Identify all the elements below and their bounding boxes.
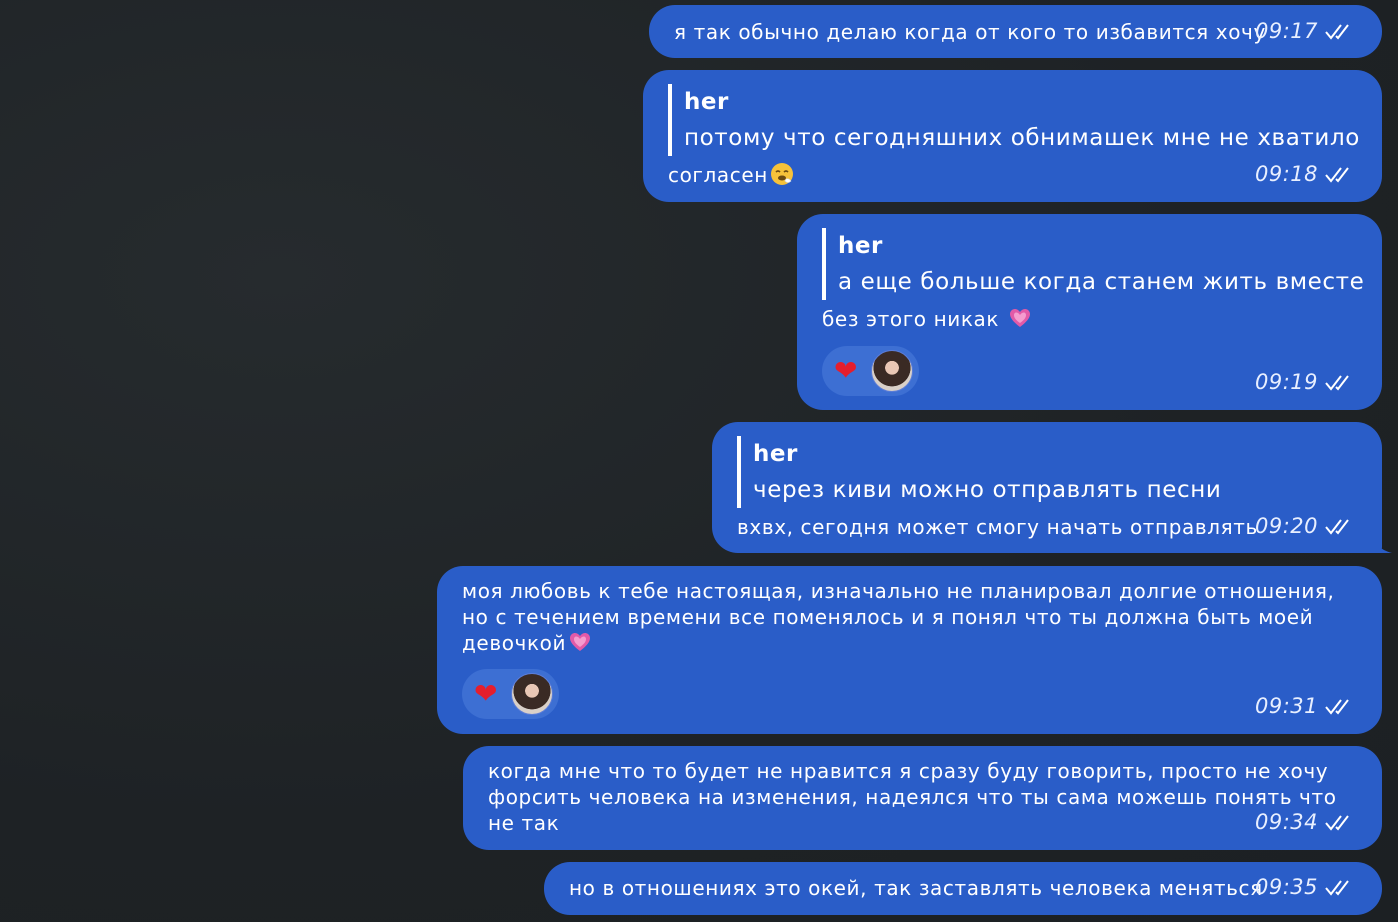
- message-time: 09:31: [1254, 694, 1318, 718]
- sparkling-heart-emoji: [1010, 309, 1031, 327]
- message-bubble[interactable]: her а еще больше когда станем жить вмест…: [797, 214, 1382, 410]
- message-time: 09:18: [1254, 162, 1318, 186]
- double-check-icon: [1325, 167, 1349, 183]
- reaction-pill[interactable]: ❤: [822, 346, 920, 396]
- message-bubble[interactable]: моя любовь к тебе настоящая, изначально …: [437, 566, 1382, 734]
- message-text: я так обычно делаю когда от кого то изба…: [674, 20, 1266, 44]
- chat-area: я так обычно делаю когда от кого то изба…: [0, 0, 1398, 922]
- quote-author: her: [753, 441, 798, 467]
- double-check-icon: [1325, 699, 1349, 715]
- double-check-icon: [1325, 880, 1349, 896]
- message-meta: 09:31: [1255, 694, 1354, 718]
- reaction-pill[interactable]: ❤: [462, 669, 560, 719]
- heart-icon: ❤: [834, 354, 858, 387]
- message-text-row: моя любовь к тебе настоящая, изначально …: [462, 578, 1362, 656]
- message-text: вхвх, сегодня может смогу начать отправл…: [737, 515, 1258, 539]
- message-time: 09:19: [1254, 370, 1318, 394]
- bubble-tail: [1370, 530, 1392, 553]
- quote-text: через киви можно отправлять песни: [753, 477, 1222, 503]
- message-text: моя любовь к тебе настоящая, изначально …: [462, 579, 1335, 655]
- message-time: 09:34: [1254, 810, 1318, 834]
- quote-text: а еще больше когда станем жить вместе: [838, 269, 1365, 295]
- message-time: 09:17: [1254, 19, 1318, 43]
- quote-author: her: [838, 233, 883, 259]
- message-text: согласен: [668, 163, 768, 187]
- message-meta: 09:34: [1255, 810, 1354, 834]
- double-check-icon: [1325, 375, 1349, 391]
- sparkling-heart-emoji: [570, 633, 591, 651]
- reply-quote[interactable]: her а еще больше когда станем жить вмест…: [822, 228, 1364, 300]
- double-check-icon: [1325, 519, 1349, 535]
- avatar: [871, 350, 914, 392]
- avatar: [511, 673, 554, 715]
- quote-author: her: [684, 89, 729, 115]
- message-time: 09:20: [1254, 514, 1318, 538]
- reply-quote[interactable]: her через киви можно отправлять песни: [737, 436, 1221, 508]
- reply-quote[interactable]: her потому что сегодняшних обнимашек мне…: [668, 84, 1360, 156]
- message-bubble[interactable]: когда мне что то будет не нравится я сра…: [463, 746, 1382, 850]
- message-text-row: без этого никак: [822, 306, 1032, 332]
- message-text: но в отношениях это окей, так заставлять…: [569, 876, 1263, 900]
- message-meta: 09:20: [1255, 514, 1354, 538]
- message-meta: 09:35: [1255, 875, 1354, 899]
- heart-icon: ❤: [474, 677, 498, 710]
- message-meta: 09:19: [1255, 370, 1354, 394]
- message-time: 09:35: [1254, 875, 1318, 899]
- message-text: без этого никак: [822, 307, 1000, 331]
- message-bubble[interactable]: но в отношениях это окей, так заставлять…: [544, 862, 1382, 915]
- sneezing-face-emoji: [770, 163, 793, 185]
- message-text-row: согласен: [668, 162, 794, 188]
- message-meta: 09:18: [1255, 162, 1354, 186]
- message-bubble[interactable]: her через киви можно отправлять песни вх…: [712, 422, 1382, 553]
- message-meta: 09:17: [1255, 19, 1354, 43]
- message-text: когда мне что то будет не нравится я сра…: [488, 759, 1337, 835]
- quote-text: потому что сегодняшних обнимашек мне не …: [684, 125, 1360, 151]
- double-check-icon: [1325, 815, 1349, 831]
- message-bubble[interactable]: я так обычно делаю когда от кого то изба…: [649, 5, 1382, 58]
- double-check-icon: [1325, 24, 1349, 40]
- message-bubble[interactable]: her потому что сегодняшних обнимашек мне…: [643, 70, 1382, 202]
